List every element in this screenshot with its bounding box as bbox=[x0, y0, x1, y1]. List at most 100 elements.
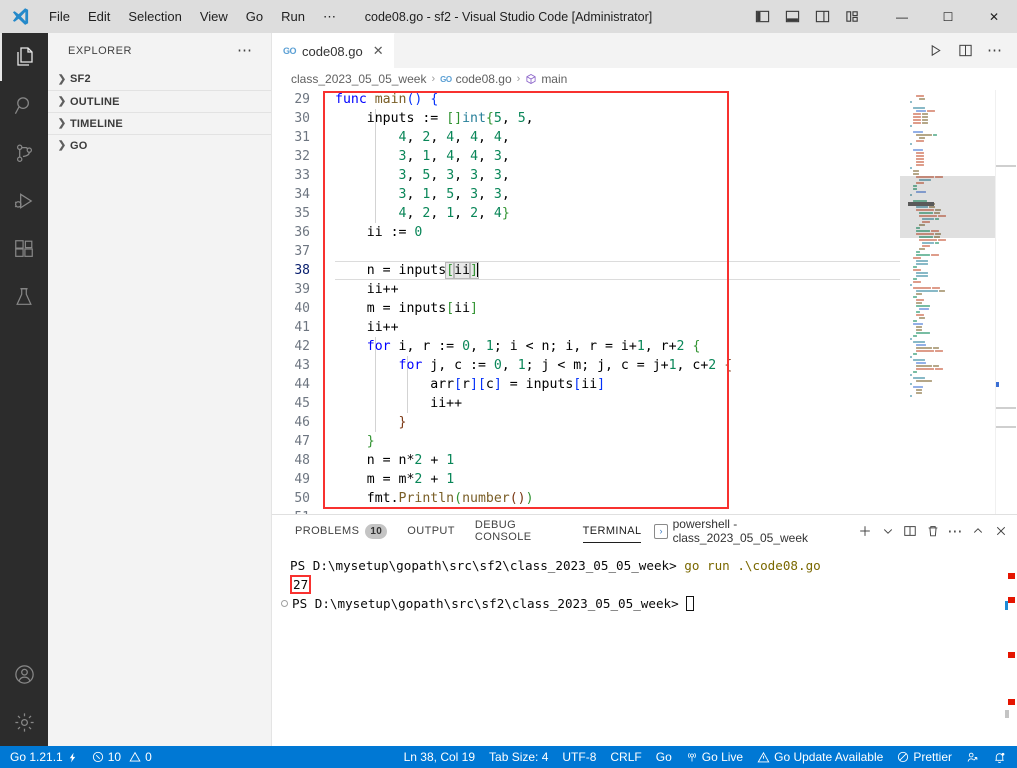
status-encoding[interactable]: UTF-8 bbox=[555, 746, 603, 768]
minimap[interactable] bbox=[900, 90, 995, 514]
terminal-dropdown-icon[interactable] bbox=[877, 519, 898, 543]
toggle-panel-icon[interactable] bbox=[779, 4, 805, 30]
code-text[interactable]: m = m*2 + 1 bbox=[332, 470, 454, 489]
customize-layout-icon[interactable] bbox=[839, 4, 865, 30]
code-text[interactable]: for j, c := 0, 1; j < m; j, c = j+1, c+2… bbox=[332, 356, 733, 375]
sidebar-item-run-and-debug[interactable] bbox=[0, 177, 48, 225]
tab-terminal[interactable]: TERMINAL bbox=[573, 515, 652, 547]
breadcrumb-separator: › bbox=[516, 73, 521, 85]
menu-selection[interactable]: Selection bbox=[119, 5, 190, 29]
accounts-button[interactable] bbox=[0, 650, 48, 698]
tab-code08-go[interactable]: GO code08.go ✕ bbox=[272, 33, 395, 68]
toggle-primary-sidebar-icon[interactable] bbox=[749, 4, 775, 30]
status-go-live[interactable]: Go Live bbox=[679, 746, 750, 768]
terminal-command: go run .\code08.go bbox=[676, 558, 821, 573]
code-text[interactable]: } bbox=[332, 432, 375, 451]
menu-go[interactable]: Go bbox=[237, 5, 272, 29]
code-text[interactable]: ii++ bbox=[332, 394, 462, 413]
menu-edit[interactable]: Edit bbox=[79, 5, 119, 29]
sidebar-item-explorer[interactable] bbox=[0, 33, 48, 81]
menu-file[interactable]: File bbox=[40, 5, 79, 29]
maximize-button[interactable]: ☐ bbox=[925, 0, 971, 33]
tab-output[interactable]: OUTPUT bbox=[397, 515, 465, 547]
kill-terminal-icon[interactable] bbox=[922, 519, 943, 543]
breadcrumb-folder[interactable]: class_2023_05_05_week bbox=[291, 72, 426, 86]
breadcrumb-file[interactable]: code08.go bbox=[456, 72, 512, 86]
sidebar-item-outline[interactable]: ❯ OUTLINE bbox=[48, 90, 271, 112]
line-number: 49 bbox=[294, 472, 310, 487]
tab-label: TERMINAL bbox=[582, 525, 642, 537]
code-text[interactable]: func main() { bbox=[332, 90, 438, 109]
status-indentation[interactable]: Tab Size: 4 bbox=[482, 746, 555, 768]
code-text[interactable]: 4, 2, 4, 4, 4, bbox=[332, 128, 510, 147]
code-text[interactable]: inputs := []int{5, 5, bbox=[332, 109, 534, 128]
breadcrumb-symbol[interactable]: main bbox=[541, 72, 567, 86]
status-go-version[interactable]: Go 1.21.1 bbox=[3, 746, 85, 768]
code-text[interactable]: arr[r][c] = inputs[ii] bbox=[332, 375, 605, 394]
overview-mark bbox=[1008, 573, 1015, 579]
code-text[interactable]: 3, 5, 3, 3, 3, bbox=[332, 166, 510, 185]
code-text[interactable]: ii := 0 bbox=[332, 223, 423, 242]
status-eol[interactable]: CRLF bbox=[603, 746, 648, 768]
status-cursor-position[interactable]: Ln 38, Col 19 bbox=[397, 746, 482, 768]
code-text[interactable]: m = inputs[ii] bbox=[332, 299, 478, 318]
line-number: 37 bbox=[294, 244, 310, 259]
sidebar-item-go[interactable]: ❯ GO bbox=[48, 134, 271, 156]
code-line: 39 ii++ bbox=[272, 280, 732, 299]
code-text[interactable]: ii++ bbox=[332, 280, 399, 299]
split-terminal-icon[interactable] bbox=[900, 519, 921, 543]
split-editor-icon[interactable] bbox=[951, 37, 979, 65]
code-text[interactable]: n = inputs[ii] bbox=[332, 261, 479, 280]
code-text[interactable]: n = n*2 + 1 bbox=[332, 451, 454, 470]
code-text[interactable] bbox=[332, 242, 335, 261]
minimize-button[interactable]: — bbox=[879, 0, 925, 33]
maximize-panel-icon[interactable] bbox=[968, 519, 989, 543]
close-button[interactable]: ✕ bbox=[971, 0, 1017, 33]
close-icon[interactable]: ✕ bbox=[373, 43, 384, 59]
status-problems[interactable]: 10 0 bbox=[85, 746, 159, 768]
source-control-icon bbox=[13, 142, 36, 165]
terminal-output[interactable]: PS D:\mysetup\gopath\src\sf2\class_2023_… bbox=[272, 547, 1017, 613]
menu-bar[interactable]: File Edit Selection View Go Run ⋯ bbox=[40, 0, 345, 33]
status-language-mode[interactable]: Go bbox=[649, 746, 679, 768]
code-text[interactable]: 3, 1, 4, 4, 3, bbox=[332, 147, 510, 166]
sidebar-item-search[interactable] bbox=[0, 81, 48, 129]
tab-debug-console[interactable]: DEBUG CONSOLE bbox=[465, 515, 573, 547]
editor-more-actions-icon[interactable]: ⋯ bbox=[981, 37, 1009, 65]
code-text[interactable]: ii++ bbox=[332, 318, 399, 337]
code-text[interactable]: for i, r := 0, 1; i < n; i, r = i+1, r+2… bbox=[332, 337, 701, 356]
sidebar-item-extensions[interactable] bbox=[0, 225, 48, 273]
sidebar-item-sf2[interactable]: ❯ SF2 bbox=[48, 68, 271, 90]
overview-ruler[interactable] bbox=[995, 90, 1017, 514]
status-live-share[interactable] bbox=[959, 746, 986, 768]
line-number: 34 bbox=[294, 187, 310, 202]
prohibited-icon bbox=[897, 751, 909, 763]
tab-problems[interactable]: PROBLEMS 10 bbox=[285, 515, 397, 547]
terminal-selector[interactable]: › powershell - class_2023_05_05_week bbox=[651, 515, 852, 547]
sidebar-item-label: GO bbox=[70, 139, 88, 152]
sidebar-more-actions-icon[interactable]: ⋯ bbox=[237, 43, 253, 58]
sidebar-item-timeline[interactable]: ❯ TIMELINE bbox=[48, 112, 271, 134]
status-go-update[interactable]: Go Update Available bbox=[750, 746, 890, 768]
run-icon[interactable] bbox=[921, 37, 949, 65]
menu-view[interactable]: View bbox=[191, 5, 237, 29]
toggle-secondary-sidebar-icon[interactable] bbox=[809, 4, 835, 30]
manage-settings-button[interactable] bbox=[0, 698, 48, 746]
chevron-right-icon: ❯ bbox=[57, 73, 67, 85]
code-text[interactable]: 3, 1, 5, 3, 3, bbox=[332, 185, 510, 204]
code-text[interactable]: fmt.Println(number()) bbox=[332, 489, 534, 508]
code-text[interactable]: 4, 2, 1, 2, 4} bbox=[332, 204, 510, 223]
sidebar-item-testing[interactable] bbox=[0, 273, 48, 321]
panel-more-actions-icon[interactable]: ⋯ bbox=[945, 519, 966, 543]
live-share-icon bbox=[966, 751, 979, 764]
status-notifications[interactable] bbox=[986, 746, 1013, 768]
menu-run[interactable]: Run bbox=[272, 5, 314, 29]
sidebar-item-source-control[interactable] bbox=[0, 129, 48, 177]
close-panel-icon[interactable] bbox=[990, 519, 1011, 543]
new-terminal-icon[interactable] bbox=[855, 519, 876, 543]
code-text[interactable]: } bbox=[332, 413, 407, 432]
minimap-slider[interactable] bbox=[900, 176, 995, 238]
code-editor[interactable]: 29 func main() {30 inputs := []int{5, 5, 3… bbox=[272, 90, 1017, 514]
status-prettier[interactable]: Prettier bbox=[890, 746, 959, 768]
menu-more[interactable]: ⋯ bbox=[314, 5, 345, 29]
